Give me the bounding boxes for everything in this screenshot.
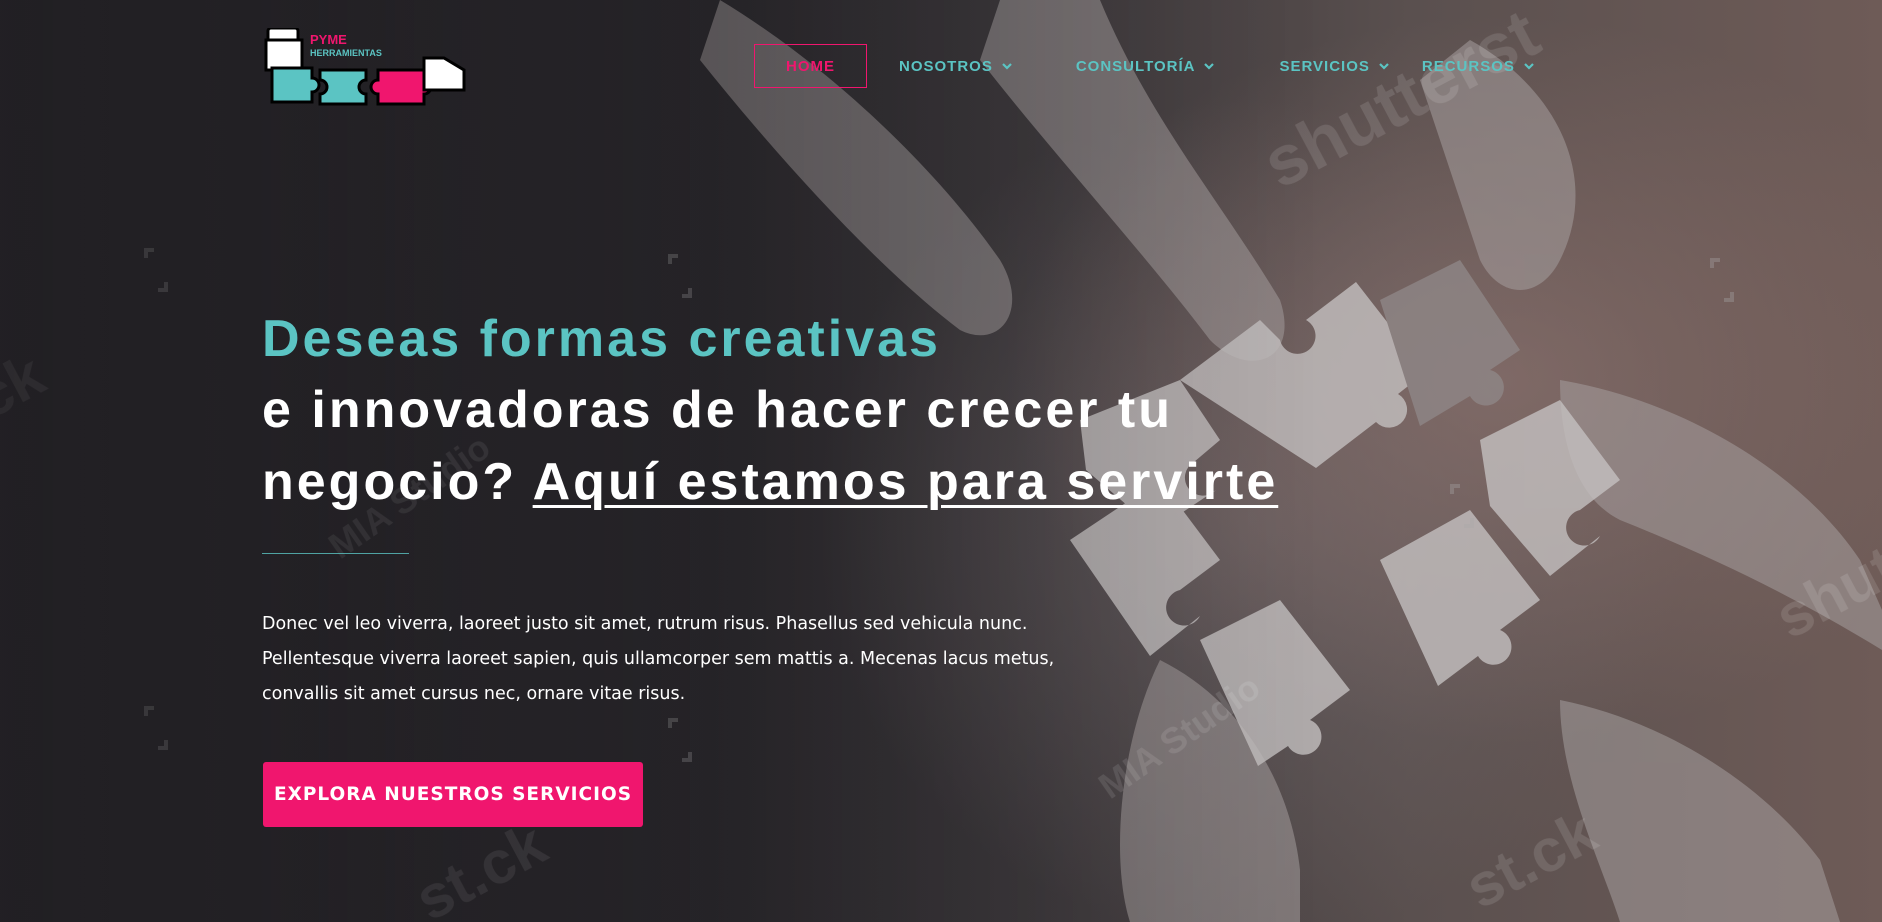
nav-consultoria-label: CONSULTORÍA bbox=[1075, 57, 1196, 75]
chevron-down-icon bbox=[1002, 63, 1012, 70]
nav-servicios-label: SERVICIOS bbox=[1279, 57, 1370, 75]
nav-consultoria[interactable]: CONSULTORÍA bbox=[1076, 58, 1216, 75]
logo-subtitle: HERRAMIENTAS bbox=[310, 48, 382, 58]
hero-title-line3-prefix: negocio? bbox=[262, 453, 533, 511]
nav-servicios[interactable]: SERVICIOS bbox=[1279, 58, 1389, 75]
nav-recursos[interactable]: RECURSOS bbox=[1422, 58, 1535, 75]
hero-title-line2: e innovadoras de hacer crecer tu bbox=[262, 381, 1174, 439]
logo[interactable]: PYME HERRAMIENTAS bbox=[262, 28, 470, 108]
nav-nosotros-label: NOSOTROS bbox=[899, 57, 993, 75]
chevron-down-icon bbox=[1524, 63, 1534, 70]
main-nav: HOME NOSOTROS CONSULTORÍA SERVICIOS RECU… bbox=[754, 43, 1535, 89]
hero-title-line3: negocio? Aquí estamos para servirte bbox=[262, 446, 1362, 518]
nav-home[interactable]: HOME bbox=[754, 44, 867, 88]
divider bbox=[262, 553, 409, 554]
nav-home-label: HOME bbox=[786, 57, 835, 75]
logo-title: PYME bbox=[310, 32, 347, 47]
chevron-down-icon bbox=[1379, 63, 1389, 70]
nav-recursos-label: RECURSOS bbox=[1421, 57, 1515, 75]
explore-services-button[interactable]: EXPLORA NUESTROS SERVICIOS bbox=[263, 762, 643, 827]
hero-title: Deseas formas creativas e innovadoras de… bbox=[262, 304, 1362, 518]
hero-title-highlight: Deseas formas creativas bbox=[262, 310, 941, 368]
nav-nosotros[interactable]: NOSOTROS bbox=[899, 58, 1013, 75]
hero-title-link[interactable]: Aquí estamos para servirte bbox=[533, 453, 1279, 511]
hero-description: Donec vel leo viverra, laoreet justo sit… bbox=[262, 614, 1055, 704]
chevron-down-icon bbox=[1204, 63, 1215, 70]
